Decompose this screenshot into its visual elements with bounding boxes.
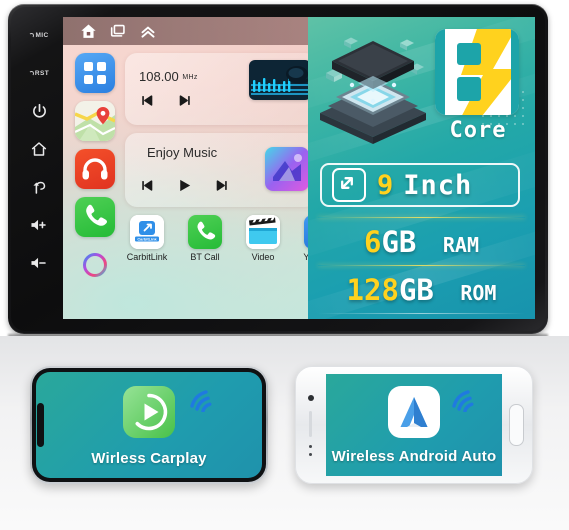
android-auto-label: Wireless Android Auto: [331, 448, 497, 465]
ram-row: 6GB RAM: [308, 225, 535, 259]
maps-pin-icon: [75, 101, 115, 141]
rail-item-assistant[interactable]: [75, 245, 115, 285]
radio-widget[interactable]: 108.00 MHz: [125, 53, 317, 125]
power-icon: [32, 103, 46, 118]
ram-label: RAM: [442, 233, 479, 257]
rom-number: 128: [346, 273, 399, 307]
samsung-screen: Wireless Android Auto: [326, 374, 502, 476]
home-icon: [31, 142, 47, 156]
skip-previous-icon[interactable]: [139, 178, 154, 193]
screen-size-unit: Inch: [403, 169, 473, 201]
home-icon: [80, 24, 96, 38]
reset-label: RST: [34, 69, 50, 77]
ring-circle-icon: [83, 253, 107, 277]
clapperboard-icon: [246, 215, 280, 249]
rail-item-maps[interactable]: [75, 101, 115, 141]
skip-previous-icon[interactable]: [139, 93, 154, 108]
rail-item-music[interactable]: [75, 149, 115, 189]
back-button[interactable]: [22, 168, 56, 206]
iphone-notch: [37, 403, 44, 447]
radio-frequency: 108.00 MHz: [139, 69, 198, 84]
iphone-screen: Wirless Carplay: [36, 372, 262, 478]
front-camera: [308, 395, 314, 401]
eight-core-badge: Core: [435, 29, 521, 143]
spec-overlay-panel: Core 9 Inch 6GB RAM 128GB ROM: [308, 17, 535, 319]
rail-item-apps[interactable]: [75, 53, 115, 93]
carplay-label: Wirless Carplay: [91, 450, 207, 467]
home-button[interactable]: [22, 130, 56, 168]
music-widget[interactable]: Enjoy Music: [125, 133, 317, 207]
carplay-icon: [123, 386, 175, 438]
mic-button[interactable]: MIC: [22, 16, 56, 54]
equalizer-photo: [249, 60, 311, 100]
tile-frame: [435, 29, 519, 115]
home-button[interactable]: [509, 404, 524, 446]
dock-label: Video: [251, 252, 275, 262]
resize-arrows-icon: [332, 168, 366, 202]
dock-item-carbitlink[interactable]: CarbitLink CarbitLink: [125, 215, 169, 262]
mic-dot-icon: [29, 32, 35, 38]
dock-label: BT Call: [190, 252, 220, 262]
phone-handset-icon: [86, 204, 108, 226]
reset-button[interactable]: RST: [22, 54, 56, 92]
radio-frequency-value: 108.00: [139, 69, 179, 84]
back-arrow-icon: [33, 181, 46, 194]
screen-size-number: 9: [377, 169, 395, 201]
android-auto-phone-mockup: Wireless Android Auto: [295, 366, 533, 484]
power-button[interactable]: [22, 92, 56, 130]
light-sensor: [309, 453, 312, 456]
hardware-button-column: MIC RST: [18, 16, 60, 320]
app-rail: [69, 53, 121, 285]
music-title: Enjoy Music: [147, 145, 218, 160]
mic-label: MIC: [35, 31, 49, 39]
statusbar-home-button[interactable]: [73, 22, 103, 41]
expand-panel-button[interactable]: [133, 22, 163, 41]
ram-gb: GB: [381, 225, 417, 259]
dock-item-bt-call[interactable]: BT Call: [183, 215, 227, 262]
rail-item-phone[interactable]: [75, 197, 115, 237]
reset-dot-icon: [28, 70, 34, 76]
ram-number: 6: [364, 225, 382, 259]
phone-handset-icon: [188, 215, 222, 249]
radio-frequency-unit: MHz: [182, 74, 198, 81]
radio-thumbnail: [249, 60, 311, 100]
volume-down-button[interactable]: [22, 244, 56, 282]
skip-next-icon[interactable]: [215, 178, 230, 193]
play-icon[interactable]: [176, 177, 193, 194]
touchscreen-display[interactable]: 9:31 A: [63, 17, 535, 319]
recent-apps-icon: [110, 24, 125, 37]
wireless-waves-icon: [188, 382, 222, 413]
double-chevron-up-icon: [141, 26, 155, 38]
apps-grid-icon: [84, 62, 106, 84]
carbitlink-icon: CarbitLink: [130, 215, 164, 249]
volume-up-icon: [30, 219, 46, 231]
android-auto-icon: [388, 386, 440, 438]
rom-row: 128GB ROM: [308, 273, 535, 307]
screen-size-badge: 9 Inch: [320, 163, 520, 207]
wireless-waves-icon: [450, 382, 484, 413]
rom-gb: GB: [398, 273, 434, 307]
album-art: [265, 147, 309, 191]
rom-label: ROM: [460, 281, 497, 305]
volume-up-button[interactable]: [22, 206, 56, 244]
core-number-tile: [435, 29, 519, 115]
earpiece-speaker: [309, 411, 312, 437]
core-word: Core: [449, 118, 507, 143]
skip-next-icon[interactable]: [178, 93, 193, 108]
dock-label: CarbitLink: [126, 252, 168, 262]
volume-down-icon: [30, 257, 46, 269]
svg-text:CarbitLink: CarbitLink: [137, 236, 157, 241]
proximity-sensor: [309, 445, 312, 448]
headphones-icon: [82, 158, 108, 180]
recent-apps-button[interactable]: [103, 22, 133, 41]
iphone-body: Wirless Carplay: [30, 366, 268, 484]
cpu-chip-3d-icon: [314, 33, 432, 145]
dock-item-video[interactable]: Video: [241, 215, 285, 262]
carplay-phone-mockup: Wirless Carplay: [30, 366, 268, 484]
music-album-art: [265, 147, 309, 191]
car-stereo-head-unit: MIC RST 108.00 MHz Enjoy Music CarbitLin…: [8, 4, 548, 334]
samsung-body: Wireless Android Auto: [295, 366, 533, 484]
